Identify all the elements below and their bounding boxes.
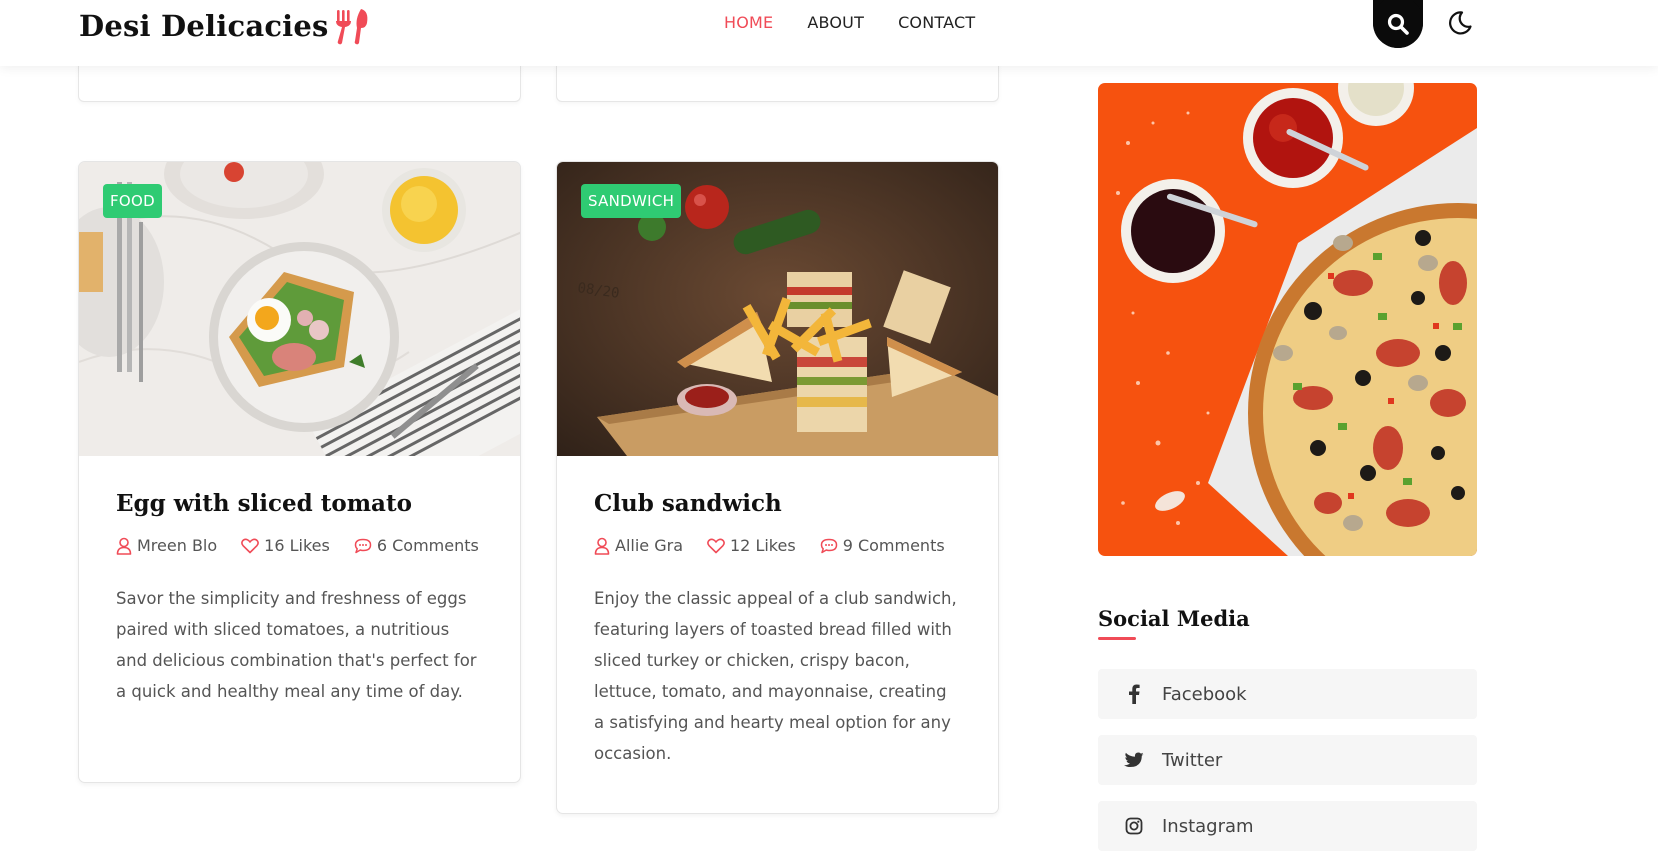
site-logo[interactable]: Desi Delicacies: [79, 4, 369, 48]
post-meta: Mreen Blo 16 Likes 6 Comments: [116, 536, 483, 555]
title-underline: [1098, 637, 1136, 640]
post-likes[interactable]: 16 Likes: [241, 536, 330, 555]
site-title: Desi Delicacies: [79, 9, 329, 43]
post-image-sandwich[interactable]: 08/20 SANDWICH: [557, 162, 998, 456]
post-card[interactable]: 08/20 SANDWICH Club sandwich Allie Gra 1…: [556, 161, 999, 814]
social-media-title: Social Media: [1098, 606, 1250, 631]
post-image-eggs[interactable]: FOOD: [79, 162, 520, 456]
post-author[interactable]: Mreen Blo: [116, 536, 217, 555]
moon-icon: [1449, 11, 1472, 35]
nav-about[interactable]: ABOUT: [807, 13, 864, 32]
nav-contact[interactable]: CONTACT: [898, 13, 975, 32]
post-card[interactable]: FOOD Egg with sliced tomato Mreen Blo 16…: [78, 161, 521, 783]
search-button[interactable]: [1373, 0, 1423, 48]
comment-icon: [820, 538, 837, 553]
social-link-facebook[interactable]: Facebook: [1098, 669, 1477, 719]
post-meta: Allie Gra 12 Likes 9 Comments: [594, 536, 961, 555]
post-likes[interactable]: 12 Likes: [707, 536, 796, 555]
instagram-icon: [1124, 816, 1144, 836]
nav-home[interactable]: HOME: [724, 13, 773, 32]
user-icon: [594, 537, 610, 555]
post-comments[interactable]: 9 Comments: [820, 536, 945, 555]
search-icon: [1387, 13, 1409, 35]
main-nav: HOME ABOUT CONTACT: [724, 13, 975, 32]
post-excerpt: Enjoy the classic appeal of a club sandw…: [594, 589, 957, 763]
category-badge[interactable]: FOOD: [103, 184, 162, 218]
sidebar-pizza-image[interactable]: [1098, 83, 1477, 556]
post-author[interactable]: Allie Gra: [594, 536, 683, 555]
theme-toggle-button[interactable]: [1446, 9, 1474, 37]
user-icon: [116, 537, 132, 555]
post-comments[interactable]: 6 Comments: [354, 536, 479, 555]
comment-icon: [354, 538, 372, 553]
heart-icon: [707, 538, 725, 553]
twitter-icon: [1124, 750, 1144, 770]
fork-knife-icon: [333, 7, 369, 45]
post-title[interactable]: Egg with sliced tomato: [116, 490, 483, 517]
social-link-instagram[interactable]: Instagram: [1098, 801, 1477, 851]
site-header: Desi Delicacies HOME ABOUT CONTACT: [0, 0, 1658, 66]
post-excerpt: Savor the simplicity and freshness of eg…: [116, 589, 477, 701]
social-link-twitter[interactable]: Twitter: [1098, 735, 1477, 785]
facebook-icon: [1124, 684, 1144, 704]
category-badge[interactable]: SANDWICH: [581, 184, 682, 218]
post-title[interactable]: Club sandwich: [594, 490, 961, 517]
heart-icon: [241, 538, 260, 553]
